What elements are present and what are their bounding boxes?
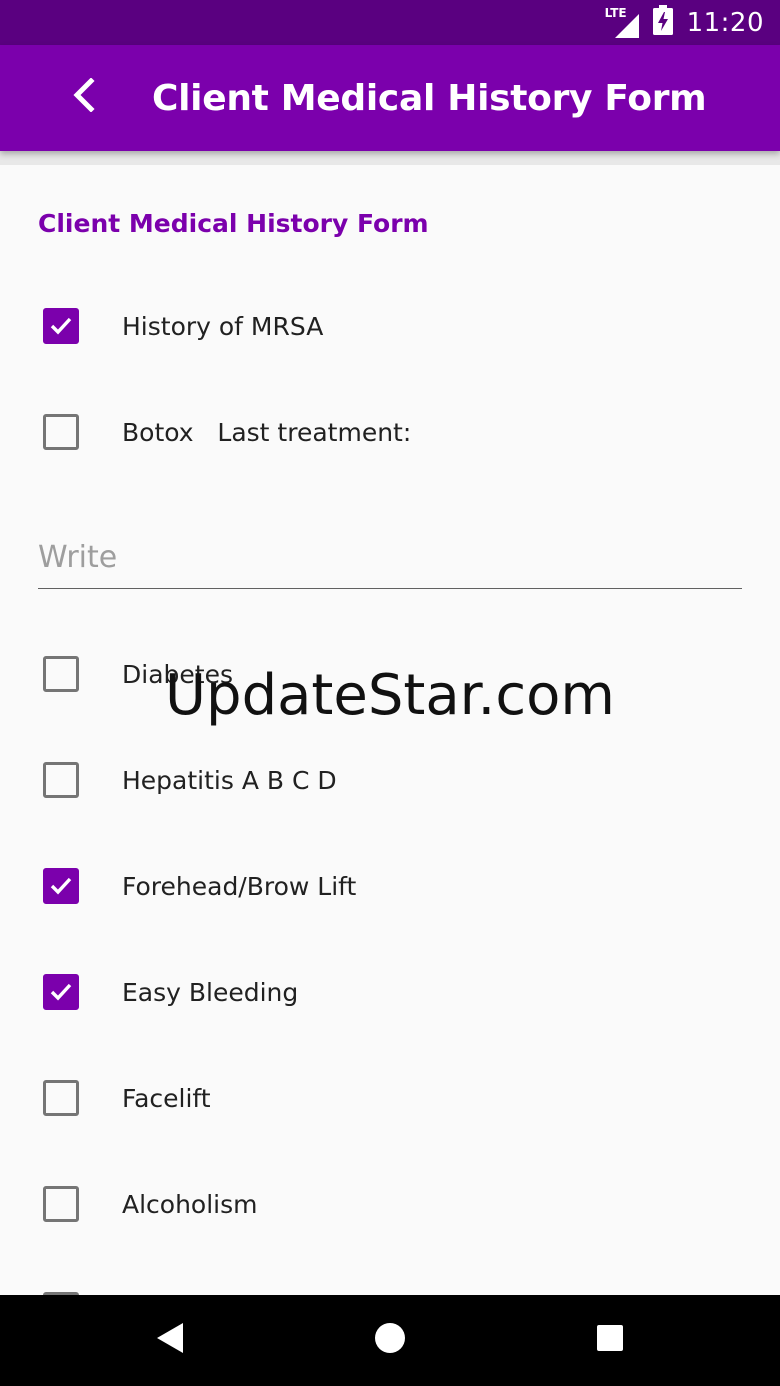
checkbox-row-partial[interactable] <box>0 1275 780 1295</box>
checkbox-facelift[interactable] <box>43 1080 79 1116</box>
nav-home-button[interactable] <box>345 1295 435 1386</box>
lte-signal-icon: LTE <box>605 6 639 38</box>
home-circle-icon <box>374 1322 406 1359</box>
checkbox-label: Facelift <box>122 1083 211 1113</box>
checkbox-row-alcoholism[interactable]: Alcoholism <box>0 1169 780 1239</box>
checkbox-hepatitis[interactable] <box>43 762 79 798</box>
checkbox-label: Easy Bleeding <box>122 977 299 1007</box>
checkbox-row-diabetes[interactable]: Diabetes <box>0 639 780 709</box>
checkbox-label: Botox Last treatment: <box>122 417 412 447</box>
checkbox-forehead-brow-lift[interactable] <box>43 868 79 904</box>
checkbox-diabetes[interactable] <box>43 656 79 692</box>
back-triangle-icon <box>155 1321 185 1360</box>
checkbox-easy-bleeding[interactable] <box>43 974 79 1010</box>
status-icons: LTE 11:20 <box>605 0 764 45</box>
checkbox-alcoholism[interactable] <box>43 1186 79 1222</box>
nav-back-button[interactable] <box>125 1295 215 1386</box>
checkbox-row-history-of-mrsa[interactable]: History of MRSA <box>0 291 780 361</box>
checkbox-label: History of MRSA <box>122 311 324 341</box>
recents-square-icon <box>596 1324 624 1357</box>
app-bar: Client Medical History Form <box>0 45 780 151</box>
system-nav-bar <box>0 1295 780 1386</box>
check-icon <box>50 317 72 335</box>
status-bar: LTE 11:20 <box>0 0 780 45</box>
section-title: Client Medical History Form <box>38 209 429 238</box>
checkbox-row-facelift[interactable]: Facelift <box>0 1063 780 1133</box>
app-bar-divider <box>0 151 780 165</box>
checkbox-label: Diabetes <box>122 659 233 689</box>
checkbox-label: Hepatitis A B C D <box>122 765 337 795</box>
battery-charging-icon <box>652 5 673 40</box>
write-input[interactable] <box>38 527 742 587</box>
status-time: 11:20 <box>686 7 764 38</box>
checkbox-row-easy-bleeding[interactable]: Easy Bleeding <box>0 957 780 1027</box>
check-icon <box>50 877 72 895</box>
last-treatment-field[interactable] <box>38 527 742 589</box>
check-icon <box>50 983 72 1001</box>
checkbox-botox[interactable] <box>43 414 79 450</box>
page-title: Client Medical History Form <box>152 77 707 119</box>
back-button[interactable] <box>52 65 116 129</box>
checkbox-label: Forehead/Brow Lift <box>122 871 357 901</box>
chevron-left-icon <box>69 76 99 117</box>
checkbox-row-forehead-brow-lift[interactable]: Forehead/Brow Lift <box>0 851 780 921</box>
form-card: Client Medical History Form History of M… <box>0 165 780 1295</box>
checkbox-row-hepatitis[interactable]: Hepatitis A B C D <box>0 745 780 815</box>
checkbox-row-botox[interactable]: Botox Last treatment: <box>0 397 780 467</box>
checkbox-label: Alcoholism <box>122 1189 258 1219</box>
nav-recents-button[interactable] <box>565 1295 655 1386</box>
checkbox-history-of-mrsa[interactable] <box>43 308 79 344</box>
